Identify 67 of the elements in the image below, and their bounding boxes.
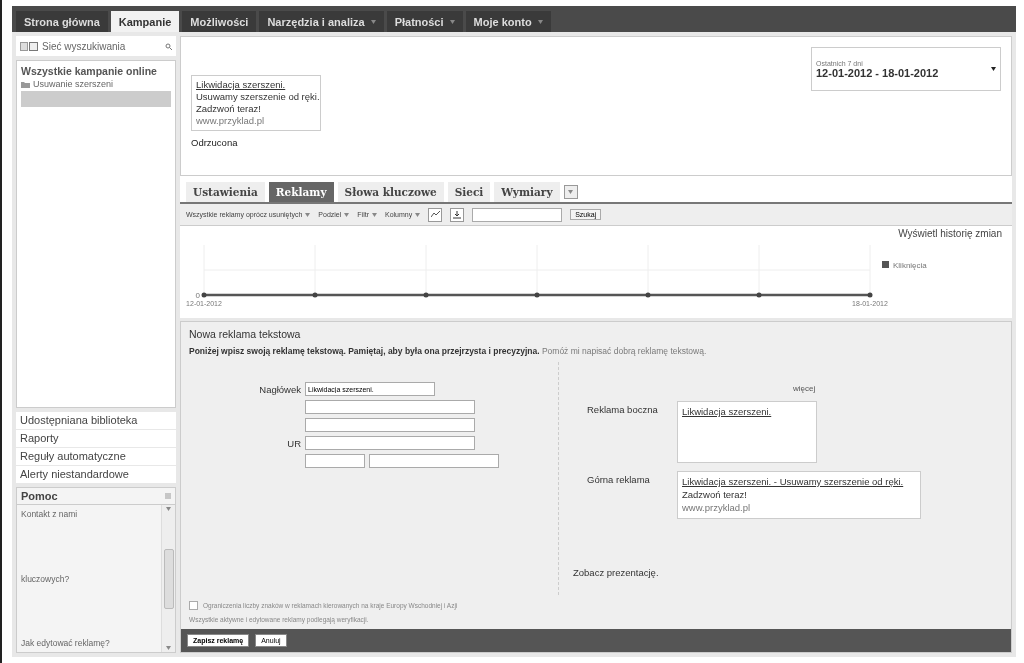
ad-status: Odrzucona: [191, 136, 239, 148]
network-selector[interactable]: Sieć wyszukiwania: [16, 36, 176, 56]
form-title: Nowa reklama tekstowa: [189, 328, 302, 340]
caret-icon: [166, 507, 171, 511]
nav-tab[interactable]: Strona główna: [16, 11, 108, 32]
ad-headline[interactable]: Likwidacja szerszeni.: [196, 79, 316, 91]
more-tabs-button[interactable]: [563, 184, 578, 199]
caret-icon: [305, 212, 311, 217]
history-link[interactable]: Wyświetl historię zmian: [898, 228, 1002, 239]
more-link[interactable]: więcej: [793, 384, 1003, 393]
tab[interactable]: Wymiary: [494, 182, 560, 202]
caret-icon: [415, 212, 421, 217]
download-icon: [453, 210, 462, 219]
checkbox[interactable]: [189, 601, 198, 610]
nav-tab[interactable]: Kampanie: [110, 11, 180, 32]
preview-label: Górna reklama: [587, 473, 651, 487]
sidebar-menu-item[interactable]: Reguły automatyczne: [16, 448, 176, 465]
caret-icon: [344, 212, 350, 217]
search-field[interactable]: [472, 207, 563, 222]
help-link[interactable]: Jak edytować reklamę?: [21, 638, 157, 648]
tree-item[interactable]: Usuwanie szerszeni: [21, 79, 171, 89]
scrollbar[interactable]: [161, 505, 175, 652]
caret-icon: [371, 212, 377, 217]
help-link[interactable]: kluczowych?: [21, 573, 157, 584]
search-icon: [165, 42, 172, 50]
download-button[interactable]: [450, 207, 465, 222]
sidebar-menu-item[interactable]: Raporty: [16, 430, 176, 447]
folder-icon: [21, 80, 30, 88]
field-label: Nagłówek: [258, 383, 301, 395]
caret-icon: [568, 189, 573, 194]
input-field[interactable]: [305, 418, 475, 432]
tab[interactable]: Ustawienia: [186, 182, 265, 202]
input-field[interactable]: [305, 400, 475, 414]
ad-text: Zadzwoń teraz!: [682, 488, 748, 502]
ad-headline[interactable]: Likwidacja szerszeni. - Usuwamy szerszenie od ręki.: [682, 476, 916, 489]
nav-tab[interactable]: Moje konto: [465, 11, 551, 32]
help-link[interactable]: Pomóż mi napisać dobrą reklamę tekstową.: [541, 346, 707, 356]
tab[interactable]: Słowa kluczowe: [337, 182, 444, 202]
caret-icon: [991, 67, 996, 71]
ad-text: Zadzwoń teraz!: [196, 102, 262, 115]
field-label: UR: [286, 437, 301, 449]
layout-icon: [20, 41, 38, 51]
nav-tab[interactable]: Płatności: [386, 11, 463, 32]
help-link[interactable]: Kontakt z nami: [21, 509, 157, 519]
panel-title: Pomoc: [21, 490, 58, 502]
tab[interactable]: Reklamy: [268, 182, 334, 202]
input-field[interactable]: [305, 454, 365, 468]
input-field[interactable]: [305, 436, 475, 450]
tree-item[interactable]: Wszystkie kampanie online: [21, 65, 171, 77]
ad-url: www.przyklad.pl: [682, 501, 752, 515]
chart-icon: [430, 211, 440, 218]
axis-label: 0: [195, 291, 200, 300]
preview-label: Reklama boczna: [587, 403, 659, 417]
input-field[interactable]: [369, 454, 499, 468]
tab[interactable]: Sieci: [447, 182, 491, 202]
sidebar-menu-item[interactable]: Udostępniana biblioteka: [16, 412, 176, 429]
sidebar-menu-item[interactable]: Alerty niestandardowe: [16, 466, 176, 483]
caret-icon: [166, 646, 171, 650]
chart-button[interactable]: [428, 207, 443, 222]
ad-headline[interactable]: Likwidacja szerszeni.: [682, 406, 812, 419]
ad-url: www.przyklad.pl: [196, 114, 266, 127]
nav-tab[interactable]: Możliwości: [182, 11, 257, 32]
nav-tab[interactable]: Narzędzia i analiza: [259, 11, 384, 32]
legend-label: Kliknięcia: [893, 261, 927, 270]
form-intro: Poniżej wpisz swoją reklamę tekstową. Pamiętaj, aby była ona przejrzysta i precyzyjna. Pomóż mi napisać dobrą reklamę tekstową.: [189, 346, 708, 356]
demo-link[interactable]: Zobacz prezentację.: [573, 567, 1003, 579]
legend-swatch: [882, 261, 889, 268]
